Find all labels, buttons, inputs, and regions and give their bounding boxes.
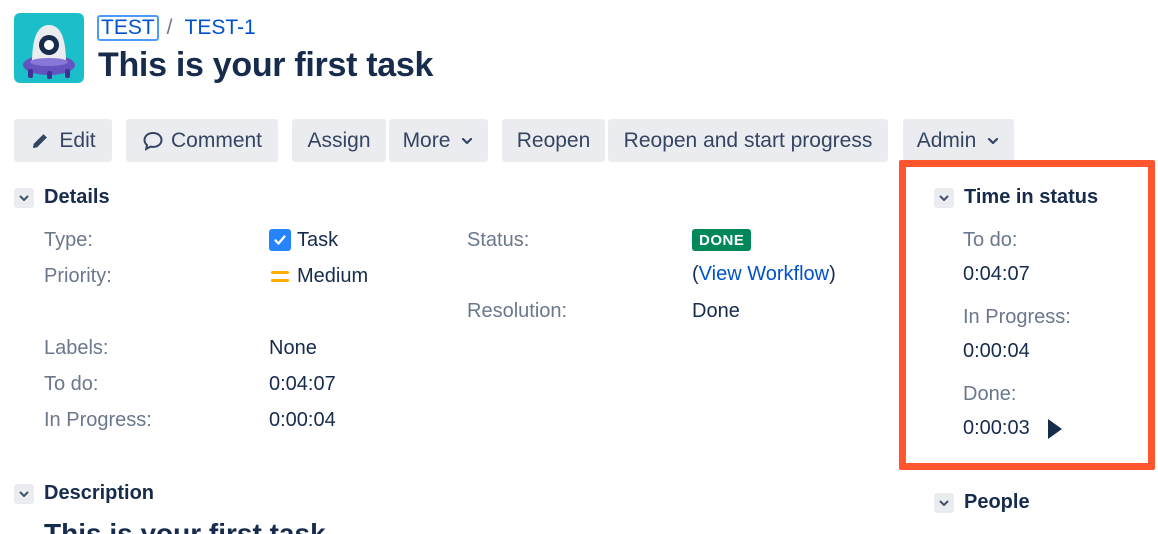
chevron-down-icon — [14, 483, 34, 504]
todo-label: To do: — [44, 373, 99, 395]
chevron-down-icon — [988, 137, 999, 144]
description-heading: Description — [44, 482, 155, 504]
chevron-down-icon — [934, 492, 954, 513]
view-workflow: (View Workflow) — [692, 263, 836, 286]
breadcrumb: TEST / TEST-1 — [97, 14, 256, 42]
admin-button[interactable]: Admin — [903, 119, 1014, 162]
comment-button[interactable]: Comment — [126, 119, 278, 162]
details-heading: Details — [44, 186, 110, 208]
view-workflow-link[interactable]: View Workflow — [699, 263, 829, 285]
assign-button[interactable]: Assign — [292, 119, 386, 162]
reopen-start-progress-button[interactable]: Reopen and start progress — [608, 119, 888, 162]
play-icon[interactable] — [1048, 419, 1062, 439]
admin-button-label: Admin — [916, 128, 977, 152]
tis-inprogress-label: In Progress: — [963, 306, 1071, 328]
more-button[interactable]: More — [389, 119, 488, 162]
tis-done-value: 0:00:03 — [963, 417, 1030, 439]
breadcrumb-separator: / — [166, 16, 173, 39]
breadcrumb-project-link[interactable]: TEST — [97, 15, 159, 41]
time-in-status-heading: Time in status — [964, 186, 1099, 208]
chevron-down-icon — [14, 187, 34, 208]
status-label: Status: — [467, 229, 530, 251]
priority-label: Priority: — [44, 265, 112, 287]
workflow-paren-close: ) — [829, 263, 836, 285]
type-label: Type: — [44, 229, 93, 251]
tis-todo-value: 0:04:07 — [963, 263, 1030, 285]
tis-inprogress-value: 0:00:04 — [963, 340, 1030, 362]
reopen-button-label: Reopen — [516, 128, 591, 152]
checkbox-icon — [269, 229, 291, 251]
description-body: This is your first task — [44, 518, 326, 534]
breadcrumb-issue-key-link[interactable]: TEST-1 — [185, 16, 256, 40]
pencil-icon — [33, 133, 48, 148]
chevron-down-icon — [934, 187, 954, 208]
priority-value: Medium — [297, 265, 369, 287]
priority-medium-icon — [271, 270, 289, 284]
status-badge: DONE — [692, 229, 752, 251]
resolution-value: Done — [692, 300, 740, 322]
reopen-start-progress-button-label: Reopen and start progress — [623, 128, 873, 152]
workflow-paren-open: ( — [692, 263, 699, 285]
type-value: Task — [297, 229, 339, 251]
issue-title: This is your first task — [98, 46, 434, 84]
people-heading: People — [964, 491, 1030, 513]
people-section-toggle[interactable]: People — [934, 491, 1030, 514]
details-section-toggle[interactable]: Details — [14, 186, 110, 209]
more-button-label: More — [402, 128, 451, 152]
reopen-button[interactable]: Reopen — [502, 119, 605, 162]
comment-icon — [143, 131, 163, 151]
time-in-status-toggle[interactable]: Time in status — [934, 186, 1098, 209]
assign-button-label: Assign — [307, 128, 371, 152]
edit-button[interactable]: Edit — [14, 119, 112, 162]
tis-todo-label: To do: — [963, 229, 1018, 251]
inprogress-value: 0:00:04 — [269, 409, 336, 431]
tis-done-label: Done: — [963, 383, 1017, 405]
todo-value: 0:04:07 — [269, 373, 336, 395]
chevron-down-icon — [462, 137, 473, 144]
labels-label: Labels: — [44, 337, 109, 359]
comment-button-label: Comment — [170, 128, 263, 152]
project-avatar — [14, 13, 84, 83]
labels-value: None — [269, 337, 317, 359]
description-section-toggle[interactable]: Description — [14, 482, 154, 505]
resolution-label: Resolution: — [467, 300, 568, 322]
inprogress-label: In Progress: — [44, 409, 152, 431]
edit-button-label: Edit — [59, 128, 96, 152]
